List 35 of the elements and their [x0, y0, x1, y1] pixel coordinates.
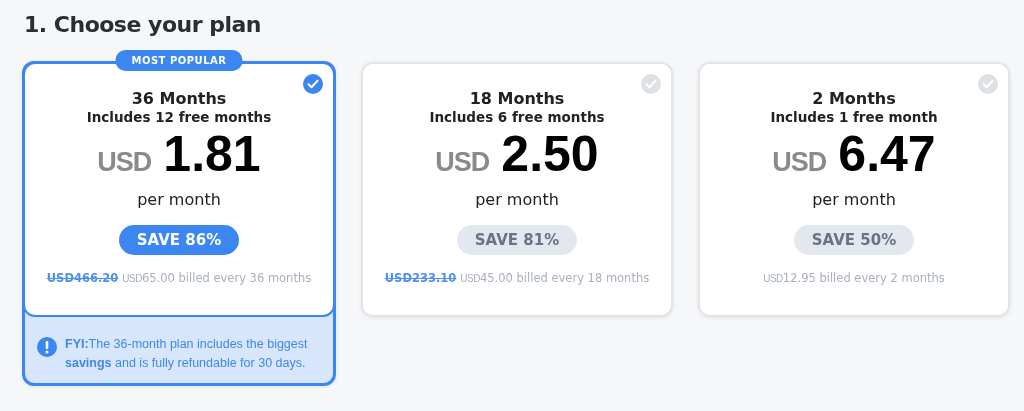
price-period: per month	[475, 190, 559, 209]
savings-badge: SAVE 86%	[118, 225, 240, 255]
currency-label: USD	[97, 146, 152, 179]
plan-title: 36 Months	[131, 89, 227, 108]
original-price: USD233.10	[384, 271, 457, 285]
plan-subtitle: Includes 12 free months	[86, 108, 272, 126]
currency-label: USD	[460, 273, 480, 284]
info-note: FYI:The 36-month plan includes the biggest savings and is fully refundable for 30 days.	[65, 336, 309, 372]
plan-card[interactable]: 18 Months Includes 6 free months USD 2.50 per month SAVE 81% USD233.10 USD45.00 billed every 18 months	[361, 62, 673, 317]
savings-badge: SAVE 50%	[793, 225, 915, 255]
plan-card[interactable]: 2 Months Includes 1 free month USD 6.47 per month SAVE 50% USD12.95 billed every 2 months	[698, 62, 1010, 317]
billing-text: 65.00 billed every 36 months	[141, 271, 312, 285]
currency-label: USD	[763, 273, 783, 284]
billing-text: 45.00 billed every 18 months	[479, 271, 650, 285]
price: 1.81	[163, 128, 261, 180]
currency-label: USD	[435, 146, 490, 179]
price: 6.47	[838, 128, 936, 180]
section-heading: 1. Choose your plan	[24, 12, 261, 37]
original-price: USD466.20	[46, 271, 119, 285]
price-period: per month	[812, 190, 896, 209]
check-icon	[303, 74, 323, 94]
popular-badge: MOST POPULAR	[115, 50, 243, 71]
plan-title: 18 Months	[469, 89, 565, 108]
currency-label: USD	[772, 146, 827, 179]
exclamation-icon	[37, 337, 57, 357]
check-icon	[978, 74, 998, 94]
currency-label: USD	[122, 273, 142, 284]
price: 2.50	[501, 128, 599, 180]
savings-badge: SAVE 81%	[456, 225, 578, 255]
check-icon	[641, 74, 661, 94]
billing-text: 12.95 billed every 2 months	[782, 271, 945, 285]
plan-title: 2 Months	[812, 89, 896, 108]
plan-subtitle: Includes 6 free months	[429, 108, 605, 126]
plan-subtitle: Includes 1 free month	[770, 108, 938, 126]
price-period: per month	[137, 190, 221, 209]
